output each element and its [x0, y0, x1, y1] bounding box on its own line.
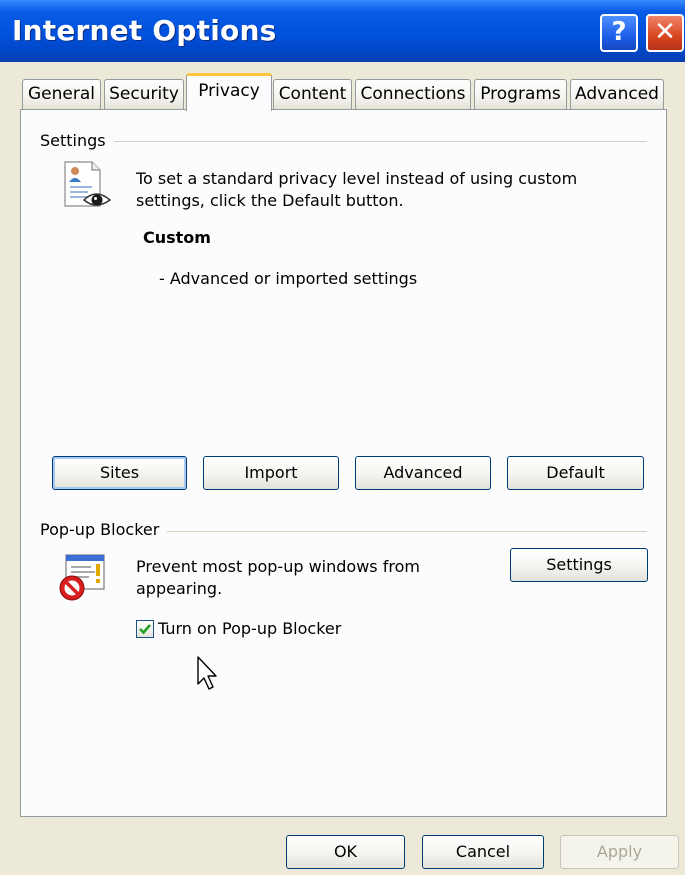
popup-blocked-icon	[56, 552, 112, 602]
sites-button[interactable]: Sites	[52, 456, 187, 490]
internet-options-dialog: Internet Options ? ✕ General Security Pr…	[0, 0, 685, 875]
close-button[interactable]: ✕	[646, 14, 684, 52]
default-button[interactable]: Default	[507, 456, 644, 490]
settings-group-line	[40, 141, 647, 142]
tab-programs[interactable]: Programs	[474, 79, 567, 109]
tab-connections[interactable]: Connections	[355, 79, 471, 109]
popup-description-line1: Prevent most pop-up windows from	[136, 557, 420, 576]
advanced-button[interactable]: Advanced	[355, 456, 491, 490]
help-button[interactable]: ?	[600, 14, 638, 52]
privacy-level-name: Custom	[143, 228, 211, 247]
apply-button: Apply	[560, 835, 679, 869]
import-button[interactable]: Import	[203, 456, 339, 490]
popup-group-label: Pop-up Blocker	[40, 520, 168, 539]
tab-privacy[interactable]: Privacy	[186, 73, 272, 111]
popup-description-line2: appearing.	[136, 579, 223, 598]
tab-content[interactable]: Content	[273, 79, 352, 109]
cancel-button[interactable]: Cancel	[422, 835, 544, 869]
title-bar[interactable]: Internet Options ? ✕	[0, 0, 685, 62]
privacy-document-eye-icon	[62, 160, 116, 210]
popup-blocker-checkbox[interactable]	[136, 620, 154, 638]
window-title: Internet Options	[12, 14, 277, 47]
popup-settings-button[interactable]: Settings	[510, 548, 648, 582]
privacy-level-detail: - Advanced or imported settings	[159, 269, 418, 288]
settings-group-label: Settings	[40, 131, 114, 150]
tab-security[interactable]: Security	[104, 79, 184, 109]
tab-general[interactable]: General	[22, 79, 101, 109]
popup-blocker-checkbox-label[interactable]: Turn on Pop-up Blocker	[158, 618, 341, 640]
privacy-description: To set a standard privacy level instead …	[136, 169, 578, 210]
ok-button[interactable]: OK	[286, 835, 405, 869]
tab-advanced[interactable]: Advanced	[570, 79, 664, 109]
mouse-pointer-icon	[197, 656, 219, 692]
checkmark-icon	[139, 624, 151, 635]
